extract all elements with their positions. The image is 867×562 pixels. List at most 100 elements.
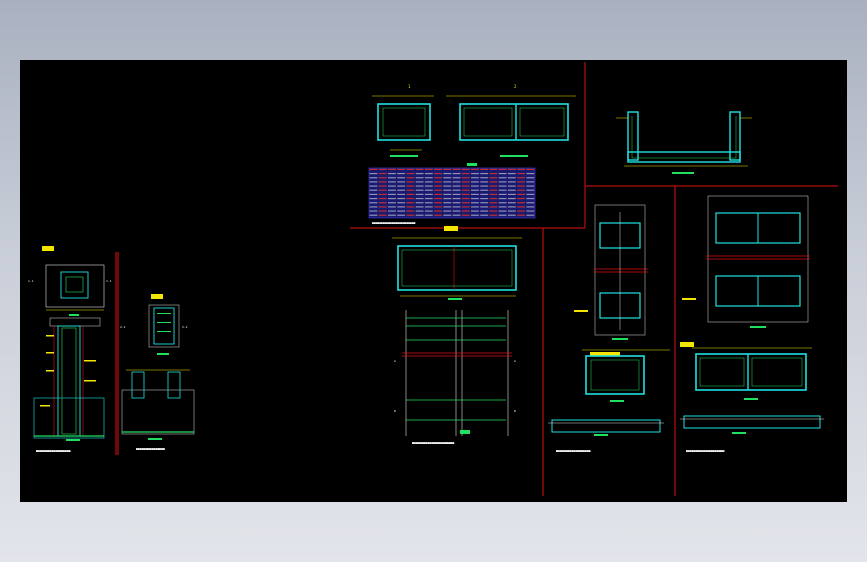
table-cell: [415, 210, 424, 212]
table-cell: [415, 214, 424, 216]
table-cell: [480, 214, 489, 216]
table-cell: [443, 189, 452, 191]
table-cell: [507, 202, 516, 204]
table-cell: [480, 189, 489, 191]
table-cell: [397, 210, 406, 212]
table-cell: [424, 202, 433, 204]
table-cell: [452, 168, 461, 170]
table-cell: [507, 181, 516, 183]
table-cell: [517, 172, 525, 175]
table-cell: [424, 214, 433, 216]
table-cell: [461, 189, 470, 191]
svg-text:1: 1: [408, 84, 411, 89]
table-cell: [507, 172, 516, 175]
table-cell: [378, 185, 387, 187]
detail-left-column: ■■■■■■■■■■■■■■■■■■ 1-1 1-1: [28, 246, 112, 453]
detail-pit-sections: 1 2: [372, 84, 576, 157]
table-cell: [369, 210, 378, 212]
table-cell: [489, 214, 498, 216]
svg-text:2-2: 2-2: [120, 325, 126, 329]
detail-right-plan-1: ■■■■■■■■■■■■■■■■■■: [548, 204, 670, 453]
table-cell: [517, 210, 525, 212]
table-cell: [507, 197, 516, 200]
table-cell: [452, 189, 461, 191]
svg-text:A: A: [394, 359, 396, 363]
table-cell: [434, 193, 442, 195]
table-cell: [388, 168, 396, 170]
table-cell: [507, 185, 516, 187]
table-cell: [406, 177, 415, 179]
table-cell: [415, 172, 424, 175]
table-cell: [526, 185, 535, 187]
table-cell: [369, 206, 378, 208]
table-cell: [415, 189, 424, 191]
table-cell: [480, 172, 489, 175]
table-cell: [424, 168, 433, 170]
svg-text:B: B: [514, 409, 516, 413]
table-cell: [526, 177, 535, 179]
table-cell: [498, 177, 507, 179]
section-mark-right: 1-1: [106, 279, 112, 283]
table-cell: [434, 214, 442, 216]
table-cell: [461, 181, 470, 183]
table-cell: [415, 202, 424, 204]
table-cell: [526, 189, 535, 191]
table-cell: [397, 197, 406, 200]
table-cell: [471, 189, 479, 191]
table-cell: [489, 210, 498, 212]
table-cell: [388, 177, 396, 179]
table-cell: [434, 172, 442, 175]
table-cell: [424, 189, 433, 191]
table-cell: [480, 193, 489, 195]
cad-model-space[interactable]: ■■■■■■■■■■■■■■■■■■ 1-1 1-1 ■■■■■■■■■■■■■…: [20, 60, 847, 502]
table-cell: [498, 206, 507, 208]
table-cell: [424, 185, 433, 187]
table-cell: [452, 193, 461, 195]
table-cell: [489, 172, 498, 175]
table-cell: [415, 168, 424, 170]
table-cell: [507, 177, 516, 179]
table-cell: [480, 206, 489, 208]
detail-u-channel: [616, 111, 752, 174]
svg-text:■■■■■■■■■■■■■■■: ■■■■■■■■■■■■■■■: [136, 447, 165, 451]
section-mark-left: 1-1: [28, 279, 34, 283]
table-cell: [443, 210, 452, 212]
table-cell: [369, 185, 378, 187]
table-cell: [461, 214, 470, 216]
table-cell: [498, 168, 507, 170]
table-cell: [443, 172, 452, 175]
table-cell: [471, 185, 479, 187]
table-cell: [480, 177, 489, 179]
table-cell: [397, 181, 406, 183]
table-cell: [461, 172, 470, 175]
table-cell: [507, 206, 516, 208]
table-cell: [461, 202, 470, 204]
table-cell: [369, 177, 378, 179]
table-cell: [406, 193, 415, 195]
table-cell: [517, 181, 525, 183]
table-cell: [388, 185, 396, 187]
table-cell: [406, 210, 415, 212]
table-cell: [369, 214, 378, 216]
table-cell: [452, 206, 461, 208]
rebar-schedule-table: ■■■■■■■■■■■■■■■■■■■■■■■■: [368, 163, 536, 225]
table-cell: [489, 177, 498, 179]
table-cell: [471, 202, 479, 204]
table-cell: [424, 193, 433, 195]
table-cell: [471, 210, 479, 212]
table-cell: [507, 193, 516, 195]
svg-text:■■■■■■■■■■■■■■■■■■■■■■■■: ■■■■■■■■■■■■■■■■■■■■■■■■: [372, 221, 416, 225]
table-cell: [388, 210, 396, 212]
table-cell: [471, 168, 479, 170]
table-cell: [452, 185, 461, 187]
table-cell: [443, 181, 452, 183]
table-cell: [452, 181, 461, 183]
table-cell: [526, 210, 535, 212]
table-cell: [415, 181, 424, 183]
table-cell: [378, 172, 387, 175]
table-cell: [434, 177, 442, 179]
table-cell: [443, 177, 452, 179]
table-cell: [369, 181, 378, 183]
table-cell: [517, 189, 525, 191]
table-cell: [526, 172, 535, 175]
